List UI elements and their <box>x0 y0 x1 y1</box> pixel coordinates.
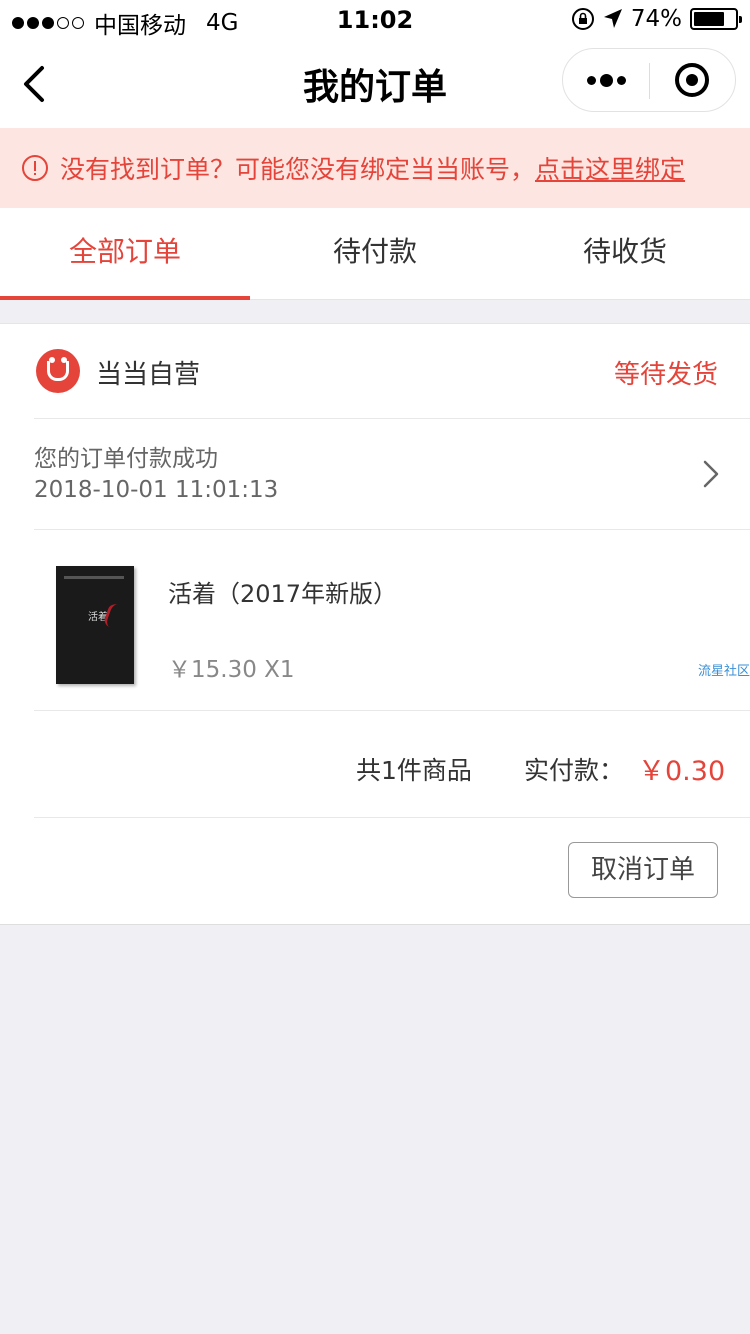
order-item[interactable]: 活着 活着（2017年新版） ￥15.30 X1 流星社区 <box>34 530 750 711</box>
watermark: 流星社区 <box>697 664 750 679</box>
status-right: 74% <box>571 6 742 32</box>
order-card: 当当自营 等待发货 您的订单付款成功 2018-10-01 11:01:13 活… <box>0 323 750 925</box>
item-price: ￥15.30 X1 <box>168 657 295 683</box>
orientation-lock-icon <box>571 8 594 30</box>
dangdang-logo-icon <box>36 349 80 393</box>
order-tabs: 全部订单 待付款 待收货 <box>0 208 750 300</box>
battery-icon <box>690 8 742 30</box>
book-cover-image: 活着 <box>56 566 134 684</box>
location-arrow-icon <box>603 9 622 28</box>
capsule-divider <box>649 63 650 99</box>
paid-label: 实付款： <box>524 756 625 785</box>
tab-pending-payment[interactable]: 待付款 <box>250 208 500 299</box>
order-actions: 取消订单 <box>0 818 750 926</box>
tab-pending-receipt[interactable]: 待收货 <box>500 208 750 299</box>
alert-circle-icon <box>22 155 48 181</box>
shop-header: 当当自营 等待发货 <box>34 324 750 419</box>
close-circle-icon[interactable] <box>675 63 709 97</box>
tab-all-orders[interactable]: 全部订单 <box>0 208 250 300</box>
notice-text: 没有找到订单？可能您没有绑定当当账号， <box>60 155 536 184</box>
cancel-order-button[interactable]: 取消订单 <box>568 842 718 898</box>
bind-account-link[interactable]: 点击这里绑定 <box>535 150 685 186</box>
status-timestamp: 2018-10-01 11:01:13 <box>34 477 279 503</box>
battery-fill <box>694 12 724 26</box>
order-total-row: 共1件商品 实付款： ￥0.30 <box>34 711 750 818</box>
order-status-row[interactable]: 您的订单付款成功 2018-10-01 11:01:13 <box>34 419 750 530</box>
chevron-right-icon <box>703 460 719 488</box>
item-name: 活着（2017年新版） <box>168 580 398 608</box>
item-count: 共1件商品 <box>356 756 472 785</box>
nav-bar: 我的订单 <box>0 40 750 128</box>
bind-account-notice: 没有找到订单？可能您没有绑定当当账号， 点击这里绑定 <box>0 128 750 208</box>
order-status-badge: 等待发货 <box>613 360 718 390</box>
mini-program-capsule <box>562 48 736 112</box>
paid-amount: ￥0.30 <box>638 756 726 787</box>
battery-percent: 74% <box>630 6 682 32</box>
more-icon[interactable] <box>563 49 649 111</box>
shop-name: 当当自营 <box>96 360 201 390</box>
status-message: 您的订单付款成功 <box>34 446 218 472</box>
status-bar: 中国移动 4G 11:02 74% <box>0 0 750 40</box>
